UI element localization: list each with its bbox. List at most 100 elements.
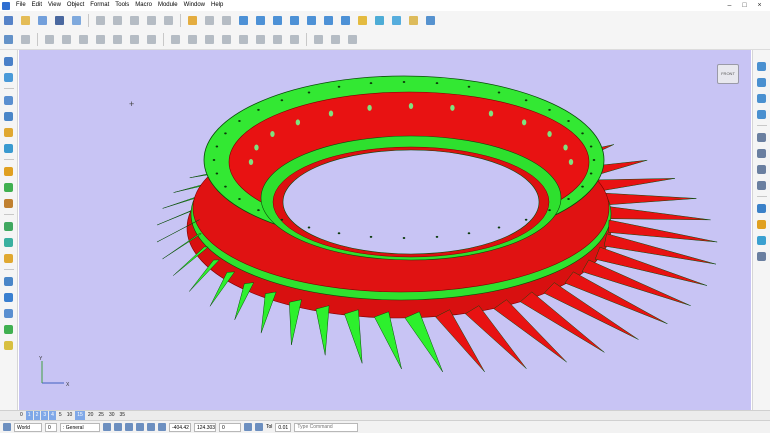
view-bottom-icon[interactable] bbox=[128, 33, 141, 46]
snap-point-icon[interactable] bbox=[114, 423, 122, 431]
extrude-icon[interactable] bbox=[3, 126, 15, 138]
menu-macro[interactable]: Macro bbox=[132, 0, 155, 11]
spline-icon[interactable] bbox=[322, 14, 335, 27]
zoom-icon[interactable] bbox=[756, 147, 768, 159]
snap-object-icon[interactable] bbox=[158, 423, 166, 431]
menu-window[interactable]: Window bbox=[181, 0, 208, 11]
menu-module[interactable]: Module bbox=[155, 0, 181, 11]
dimension-icon[interactable] bbox=[3, 94, 15, 106]
material-icon[interactable] bbox=[3, 339, 15, 351]
import-icon[interactable] bbox=[36, 14, 49, 27]
zoom-extents-icon[interactable] bbox=[756, 179, 768, 191]
view-top-icon[interactable] bbox=[60, 33, 73, 46]
y-coordinate-field[interactable]: 124.303 bbox=[194, 422, 216, 432]
coord-system-select[interactable]: World bbox=[14, 422, 42, 432]
x-coordinate-field[interactable]: -404.42 bbox=[169, 422, 191, 432]
sketch-icon[interactable] bbox=[220, 14, 233, 27]
layer-tab-4[interactable]: 4 bbox=[49, 411, 56, 420]
layer-tab-30[interactable]: 30 bbox=[107, 411, 117, 420]
menu-tools[interactable]: Tools bbox=[112, 0, 132, 11]
view-cube-right-icon[interactable] bbox=[756, 76, 768, 88]
view-cube-top-icon[interactable] bbox=[756, 92, 768, 104]
shell-tool-icon[interactable] bbox=[3, 197, 15, 209]
sweep-tool-icon[interactable] bbox=[3, 220, 15, 232]
snap-tangent-icon[interactable] bbox=[147, 423, 155, 431]
pan-icon[interactable] bbox=[756, 131, 768, 143]
undo-icon[interactable] bbox=[186, 14, 199, 27]
layer-tab-20[interactable]: 20 bbox=[86, 411, 96, 420]
render-icon[interactable] bbox=[424, 14, 437, 27]
menu-format[interactable]: Format bbox=[87, 0, 112, 11]
text-icon[interactable] bbox=[339, 14, 352, 27]
menu-view[interactable]: View bbox=[45, 0, 64, 11]
polyline-icon[interactable] bbox=[288, 14, 301, 27]
orbit-icon[interactable] bbox=[756, 202, 768, 214]
solid-pipe-icon[interactable] bbox=[288, 33, 301, 46]
info-icon[interactable] bbox=[3, 307, 15, 319]
view-left-icon[interactable] bbox=[145, 33, 158, 46]
revolve-icon[interactable] bbox=[3, 142, 15, 154]
view-front-icon[interactable] bbox=[77, 33, 90, 46]
redo-icon[interactable] bbox=[203, 14, 216, 27]
solid-wedge-icon[interactable] bbox=[186, 33, 199, 46]
fillet-tool-icon[interactable] bbox=[3, 252, 15, 264]
view-side-icon[interactable] bbox=[94, 33, 107, 46]
view-iso-icon[interactable] bbox=[43, 33, 56, 46]
layer-tab-15[interactable]: 15 bbox=[75, 411, 85, 420]
new-file-icon[interactable] bbox=[2, 14, 15, 27]
snap-center-icon[interactable] bbox=[136, 423, 144, 431]
lock-icon[interactable] bbox=[244, 423, 252, 431]
align-icon[interactable] bbox=[19, 33, 32, 46]
view-cube[interactable]: FRONT bbox=[717, 64, 739, 84]
pointer-icon[interactable] bbox=[3, 55, 15, 67]
boolean-intersect-icon[interactable] bbox=[346, 33, 359, 46]
layer-tab-0[interactable]: 0 bbox=[18, 411, 25, 420]
tolerance-field[interactable]: 0.01 bbox=[275, 422, 292, 432]
zoom-window-icon[interactable] bbox=[756, 163, 768, 175]
minimize-button[interactable]: – bbox=[725, 2, 734, 9]
command-input[interactable] bbox=[294, 422, 359, 432]
shading-icon[interactable] bbox=[756, 234, 768, 246]
layer-tab-25[interactable]: 25 bbox=[96, 411, 106, 420]
wireframe-icon[interactable] bbox=[756, 250, 768, 262]
solid-prism-icon[interactable] bbox=[203, 33, 216, 46]
copy-icon[interactable] bbox=[111, 14, 124, 27]
edit-icon[interactable] bbox=[145, 14, 158, 27]
help-icon[interactable] bbox=[3, 291, 15, 303]
boolean-subtract-icon[interactable] bbox=[329, 33, 342, 46]
view-back-icon[interactable] bbox=[111, 33, 124, 46]
solid-box-icon[interactable] bbox=[169, 33, 182, 46]
select-icon[interactable] bbox=[2, 33, 15, 46]
menu-edit[interactable]: Edit bbox=[29, 0, 45, 11]
view-cube-front-icon[interactable] bbox=[756, 60, 768, 72]
menu-help[interactable]: Help bbox=[208, 0, 226, 11]
solid-torus-icon[interactable] bbox=[271, 33, 284, 46]
sphere-tool-icon[interactable] bbox=[3, 165, 15, 177]
maximize-button[interactable]: □ bbox=[740, 2, 749, 9]
render-settings-icon[interactable] bbox=[3, 323, 15, 335]
fill-icon[interactable] bbox=[356, 14, 369, 27]
snap-grid-icon[interactable] bbox=[103, 423, 111, 431]
solid-cone-icon[interactable] bbox=[237, 33, 250, 46]
layer-tab-5[interactable]: 5 bbox=[57, 411, 64, 420]
solid-cylinder-icon[interactable] bbox=[220, 33, 233, 46]
transform-icon[interactable] bbox=[254, 14, 267, 27]
z-coordinate-field[interactable]: 0 bbox=[219, 422, 241, 432]
layer-icon[interactable] bbox=[390, 14, 403, 27]
loft-tool-icon[interactable] bbox=[3, 236, 15, 248]
layer-select[interactable]: 0 bbox=[45, 422, 57, 432]
layer-tab-2[interactable]: 2 bbox=[33, 411, 41, 420]
page-icon[interactable] bbox=[3, 110, 15, 122]
style-select[interactable]: : General bbox=[60, 422, 100, 432]
curve-icon[interactable] bbox=[237, 14, 250, 27]
view-cube-iso-icon[interactable] bbox=[756, 108, 768, 120]
walk-icon[interactable] bbox=[756, 218, 768, 230]
units-icon[interactable] bbox=[255, 423, 263, 431]
layer-tab-3[interactable]: 3 bbox=[41, 411, 49, 420]
line-icon[interactable] bbox=[271, 14, 284, 27]
solid-sphere-icon[interactable] bbox=[254, 33, 267, 46]
paste-icon[interactable] bbox=[128, 14, 141, 27]
layer-tab-10[interactable]: 10 bbox=[65, 411, 75, 420]
edit-points-icon[interactable] bbox=[3, 71, 15, 83]
layer-tab-35[interactable]: 35 bbox=[118, 411, 128, 420]
